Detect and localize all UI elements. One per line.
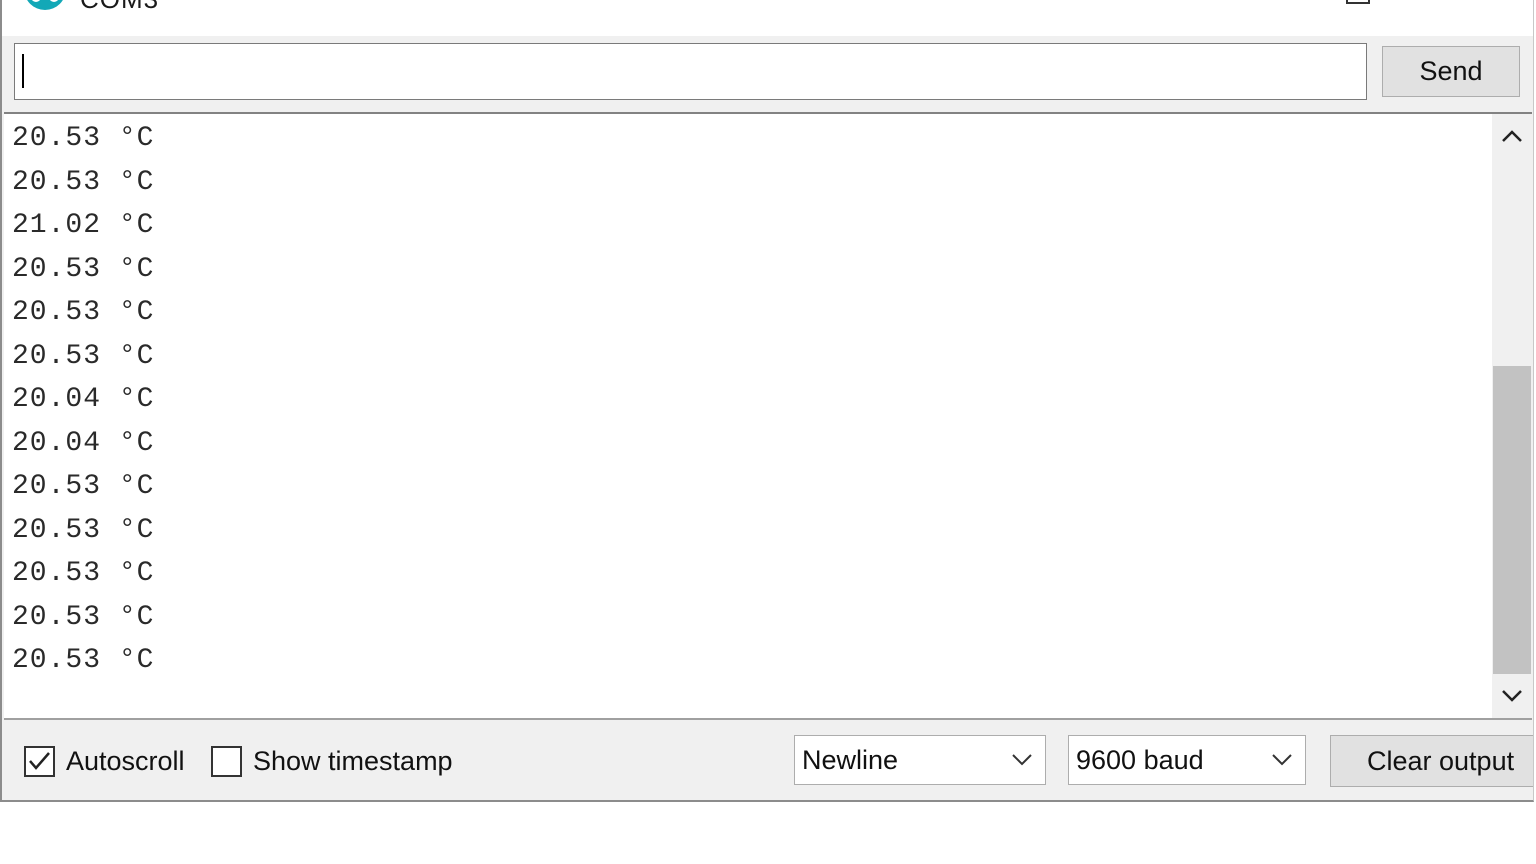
chevron-down-icon — [1272, 754, 1292, 766]
output-line: 20.53 °C — [12, 340, 155, 372]
output-line: 21.02 °C — [12, 210, 155, 241]
clear-output-button[interactable]: Clear output — [1330, 735, 1533, 787]
window-title: COM3 — [80, 0, 159, 12]
serial-monitor-window: COM3 Send 20.53 °C20.53 °C21.02 °C20.53 … — [0, 0, 1534, 802]
autoscroll-label: Autoscroll — [66, 745, 185, 776]
baud-rate-value: 9600 baud — [1076, 744, 1204, 775]
output-line: 20.04 °C — [12, 427, 155, 459]
show-timestamp-checkbox[interactable] — [211, 745, 242, 777]
autoscroll-option[interactable]: Autoscroll — [24, 744, 185, 778]
maximize-icon[interactable] — [1346, 0, 1370, 4]
serial-output[interactable]: 20.53 °C 20.53 °C 21.02 °C 20.53 °C 20.53 °C… — [4, 112, 1532, 720]
output-line: 20.53 °C — [12, 166, 155, 198]
output-line: 20.53 °C — [12, 601, 155, 633]
show-timestamp-option[interactable]: Show timestamp — [211, 744, 453, 778]
checkmark-icon — [29, 751, 50, 770]
output-lines: 20.53 °C 20.53 °C 21.02 °C 20.53 °C 20.53 °C… — [12, 117, 154, 683]
bottom-toolbar: Autoscroll Show timestamp Newline 9600 b… — [2, 720, 1533, 800]
chevron-down-icon — [1502, 690, 1522, 702]
output-line: 20.53 °C — [12, 297, 155, 328]
output-line: 20.53 °C — [12, 253, 155, 285]
scroll-down-button[interactable] — [1492, 674, 1532, 718]
chevron-down-icon — [1012, 754, 1032, 766]
show-timestamp-label: Show timestamp — [253, 745, 453, 776]
chevron-up-icon — [1502, 130, 1522, 142]
output-line: 20.53 °C — [12, 645, 155, 676]
serial-send-input[interactable] — [14, 43, 1367, 100]
output-line: 20.53 °C — [12, 123, 155, 154]
text-caret — [22, 54, 24, 88]
send-row: Send — [2, 36, 1533, 112]
output-line: 20.04 °C — [12, 384, 155, 415]
title-bar: COM3 — [2, 0, 1533, 36]
baud-rate-select[interactable]: 9600 baud — [1068, 735, 1306, 785]
autoscroll-checkbox[interactable] — [24, 745, 55, 777]
output-line: 20.53 °C — [12, 514, 155, 546]
send-button[interactable]: Send — [1382, 46, 1520, 97]
arduino-logo-icon — [24, 0, 66, 10]
line-ending-value: Newline — [802, 744, 899, 775]
output-line: 20.53 °C — [12, 558, 155, 589]
line-ending-select[interactable]: Newline — [794, 735, 1046, 785]
scroll-thumb[interactable] — [1493, 366, 1531, 674]
close-icon[interactable] — [1460, 0, 1492, 6]
vertical-scrollbar[interactable] — [1492, 114, 1532, 718]
output-line: 20.53 °C — [12, 471, 155, 502]
scroll-up-button[interactable] — [1492, 114, 1532, 158]
